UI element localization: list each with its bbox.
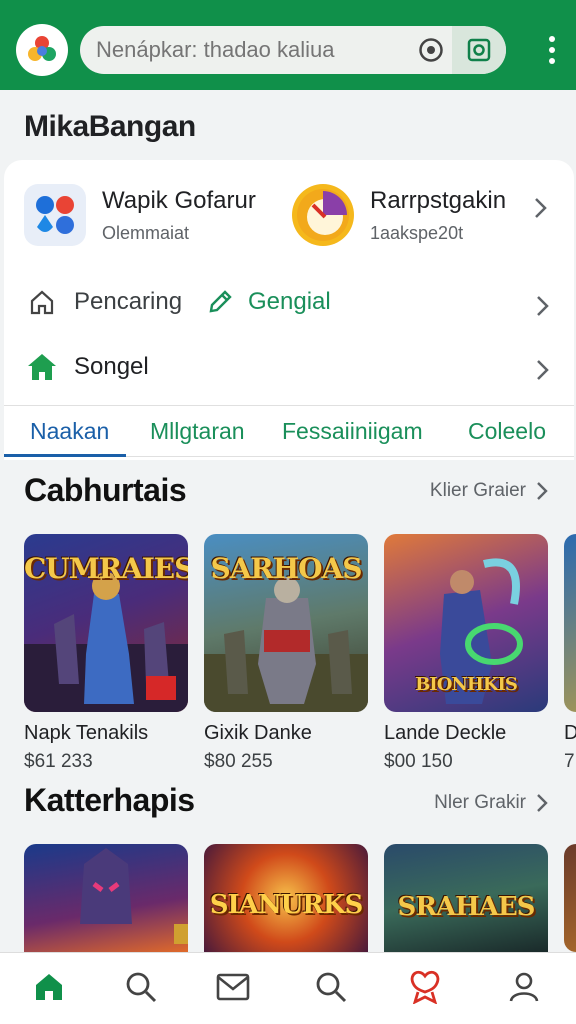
tab-coleelo[interactable]: Coleelo xyxy=(468,418,546,445)
lens-search-icon[interactable] xyxy=(452,26,506,74)
featured-app-1[interactable]: Wapik Gofarur Olemmaiat xyxy=(24,184,256,246)
nav-search-icon[interactable] xyxy=(121,967,161,1007)
game-price: $61 233 xyxy=(24,751,93,772)
link-gengial[interactable]: Gengial xyxy=(206,288,331,316)
game-card[interactable]: SIANURKS xyxy=(204,844,368,952)
status-bar xyxy=(0,0,576,10)
game-card[interactable]: SARHOAS Gixik Danke $80 255 xyxy=(204,534,368,773)
pencil-icon xyxy=(209,290,232,313)
top-app-bar xyxy=(0,0,576,90)
chevron-right-icon xyxy=(537,482,548,500)
nav-favorite-icon[interactable] xyxy=(405,967,445,1007)
game-card[interactable] xyxy=(24,844,188,952)
bottom-navigation xyxy=(0,952,576,1024)
tab-naakan[interactable]: Naakan xyxy=(30,418,109,445)
nav-home-icon[interactable] xyxy=(29,967,69,1007)
game-card[interactable] xyxy=(564,844,576,952)
game-thumbnail xyxy=(24,844,188,952)
app-name: Wapik Gofarur xyxy=(102,186,256,214)
app-logo[interactable] xyxy=(16,24,68,76)
more-options-icon[interactable] xyxy=(548,36,556,64)
game-thumbnail: SARHOAS xyxy=(204,534,368,712)
game-card[interactable]: CUMRAIES Napk Tenakils $61 233 xyxy=(24,534,188,773)
game-price: $80 255 xyxy=(204,751,273,772)
search-input[interactable] xyxy=(80,37,400,63)
game-art-title: SRAHAES xyxy=(397,892,536,922)
game-price: 7 xyxy=(564,751,575,772)
game-thumbnail: SRAHAES xyxy=(384,844,548,952)
game-art-title: CUMRAIES xyxy=(24,552,188,585)
search-bar[interactable] xyxy=(80,26,506,74)
game-name: Gixik Danke xyxy=(204,722,312,744)
game-thumbnail: BIONHKIS xyxy=(384,534,548,712)
logo-icon xyxy=(28,36,56,61)
game-card[interactable]: SRAHAES xyxy=(384,844,548,952)
link-label: Songel xyxy=(74,353,149,380)
link-songel[interactable]: Songel xyxy=(26,352,149,382)
app-subtitle: 1aakspe20t xyxy=(370,222,464,243)
chevron-right-icon[interactable] xyxy=(532,196,548,225)
app-name: Rarrpstgakin xyxy=(370,186,507,214)
tab-fessaiiniigam[interactable]: Fessaiiniigam xyxy=(282,418,423,445)
chevron-right-icon xyxy=(537,794,548,812)
game-art-title: SIANURKS xyxy=(209,890,364,920)
game-card[interactable]: D 7 xyxy=(564,534,576,773)
app-subtitle: Olemmaiat xyxy=(102,222,190,243)
game-name: Napk Tenakils xyxy=(24,722,149,744)
tab-mllgtaran[interactable]: Mllgtaran xyxy=(150,418,245,445)
see-more-label: Nler Grakir xyxy=(434,792,526,813)
see-more-label: Klier Graier xyxy=(429,480,526,501)
chevron-right-icon[interactable] xyxy=(534,358,550,387)
category-tabs: Naakan Mllgtaran Fessaiiniigam Coleelo xyxy=(4,405,574,457)
game-name: Lande Deckle xyxy=(384,722,507,744)
active-tab-indicator xyxy=(4,454,126,457)
link-label: Gengial xyxy=(248,288,331,315)
app-grid-icon xyxy=(24,184,86,246)
game-name: D xyxy=(564,722,576,744)
page-title: MikaBangan xyxy=(24,110,196,143)
game-art-title: BIONHKIS xyxy=(415,674,518,695)
game-price: $00 150 xyxy=(384,751,453,772)
nav-mail-icon[interactable] xyxy=(213,967,253,1007)
link-label: Pencaring xyxy=(74,288,183,315)
game-thumbnail xyxy=(564,844,576,952)
game-thumbnail xyxy=(564,534,576,712)
home-outline-icon xyxy=(30,290,54,315)
game-thumbnail: CUMRAIES xyxy=(24,534,188,712)
voice-search-icon[interactable] xyxy=(418,37,444,68)
home-filled-icon xyxy=(28,354,56,380)
game-card[interactable]: BIONHKIS Lande Deckle $00 150 xyxy=(384,534,548,773)
nav-search-icon[interactable] xyxy=(311,967,351,1007)
chevron-right-icon[interactable] xyxy=(534,294,550,323)
app-dial-icon xyxy=(292,184,354,246)
section-title: Cabhurtais xyxy=(24,472,187,508)
game-thumbnail: SIANURKS xyxy=(204,844,368,952)
game-art-title: SARHOAS xyxy=(210,552,362,585)
section-title: Katterhapis xyxy=(24,782,195,818)
link-pencaring[interactable]: Pencaring xyxy=(28,288,182,316)
see-more-link[interactable]: Klier Graier xyxy=(430,480,548,502)
nav-profile-icon[interactable] xyxy=(504,967,544,1007)
featured-app-2[interactable]: Rarrpstgakin 1aakspe20t xyxy=(292,184,506,246)
see-more-link[interactable]: Nler Grakir xyxy=(434,792,548,814)
